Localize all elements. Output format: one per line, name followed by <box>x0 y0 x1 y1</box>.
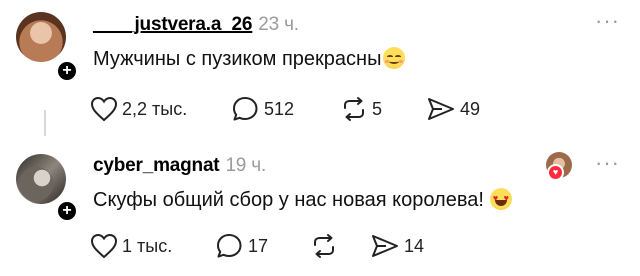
more-options-button[interactable]: ··· <box>595 10 620 32</box>
follow-button[interactable]: + <box>56 200 78 222</box>
share-count: 14 <box>404 235 425 256</box>
post: + cyber_magnat 19 ч. ♥ ··· Скуфы общий сб… <box>0 138 640 276</box>
follow-button[interactable]: + <box>56 60 78 82</box>
username[interactable]: cyber_magnat <box>93 155 220 176</box>
timestamp: 19 ч. <box>225 155 267 176</box>
send-icon <box>426 96 456 122</box>
repost-button[interactable] <box>310 232 342 260</box>
share-button[interactable]: 49 <box>426 95 480 123</box>
like-count: 1 тыс. <box>122 235 173 256</box>
heart-eyes-icon: ♥ ♥ <box>489 188 512 210</box>
post-text: Скуфы общий сбор у нас новая королева! ♥ ♥ <box>93 188 512 212</box>
repost-icon <box>340 96 368 122</box>
comment-icon <box>232 96 260 122</box>
heart-icon <box>90 233 118 259</box>
thread-line <box>44 110 46 136</box>
like-count: 2,2 тыс. <box>122 98 188 119</box>
heart-icon: ♥ <box>547 164 564 181</box>
avatar[interactable] <box>16 12 66 62</box>
comment-button[interactable]: 512 <box>232 95 294 123</box>
post-header: cyber_magnat 19 ч. <box>93 155 266 177</box>
avatar[interactable] <box>16 154 66 204</box>
comment-icon <box>216 233 244 259</box>
repost-button[interactable]: 5 <box>340 95 382 123</box>
post-text: Мужчины с пузиком прекрасны <box>93 47 406 71</box>
repost-count: 5 <box>372 98 383 119</box>
share-button[interactable]: 14 <box>370 232 424 260</box>
like-button[interactable]: 1 тыс. <box>90 232 172 260</box>
timestamp: 23 ч. <box>258 14 299 35</box>
action-bar: 1 тыс. 17 14 <box>90 232 630 260</box>
like-button[interactable]: 2,2 тыс. <box>90 95 187 123</box>
post-body: Мужчины с пузиком прекрасны <box>93 48 382 70</box>
post: + ____justvera.a_26 23 ч. ··· Мужчины с п… <box>0 0 640 138</box>
action-bar: 2,2 тыс. 512 5 49 <box>90 95 630 123</box>
comment-count: 17 <box>248 235 269 256</box>
smiling-face-icon <box>383 47 406 69</box>
share-count: 49 <box>460 98 481 119</box>
repost-icon <box>310 233 338 259</box>
username[interactable]: ____justvera.a_26 <box>93 14 252 35</box>
comment-button[interactable]: 17 <box>216 232 268 260</box>
more-options-button[interactable]: ··· <box>595 152 620 174</box>
send-icon <box>370 233 400 259</box>
comment-count: 512 <box>264 98 295 119</box>
post-header: ____justvera.a_26 23 ч. <box>93 14 299 36</box>
post-body: Скуфы общий сбор у нас новая королева! <box>93 189 484 211</box>
heart-icon <box>90 96 118 122</box>
